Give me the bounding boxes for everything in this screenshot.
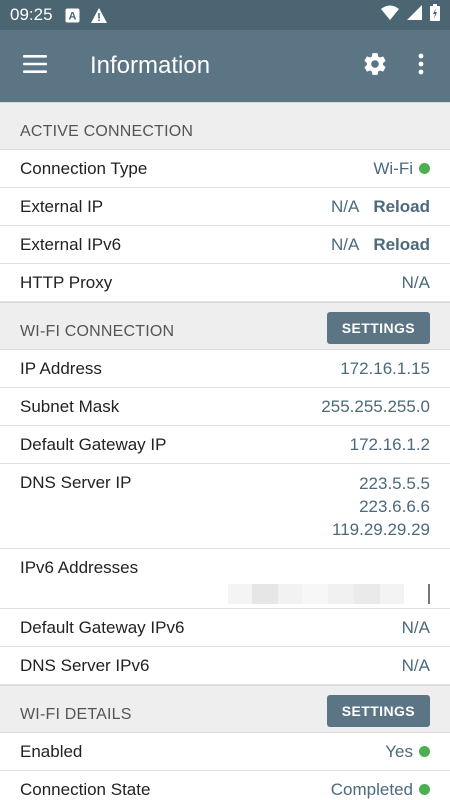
row-key: HTTP Proxy <box>20 272 113 292</box>
svg-text:A: A <box>69 10 77 22</box>
row-value: 172.16.1.15 <box>340 358 430 378</box>
row-external-ipv6[interactable]: External IPv6 N/A Reload <box>0 226 450 264</box>
status-bar: 09:25 A <box>0 0 450 30</box>
row-subnet-mask[interactable]: Subnet Mask 255.255.255.0 <box>0 388 450 426</box>
row-value: N/A <box>401 272 430 292</box>
row-value: 255.255.255.0 <box>321 396 430 416</box>
info-list: ACTIVE CONNECTION Connection Type Wi-Fi … <box>0 102 450 800</box>
row-connection-type[interactable]: Connection Type Wi-Fi <box>0 150 450 188</box>
row-default-gateway-ipv6[interactable]: Default Gateway IPv6 N/A <box>0 609 450 647</box>
row-ipv6-addresses[interactable]: IPv6 Addresses <box>0 549 450 609</box>
overflow-menu-button[interactable] <box>398 30 444 102</box>
row-key: IP Address <box>20 358 102 378</box>
row-value: Wi-Fi <box>373 158 413 178</box>
more-vertical-icon <box>418 53 424 80</box>
dns-server-value: 119.29.29.29 <box>332 520 430 539</box>
redacted-ipv6-value <box>220 583 430 605</box>
section-header-label: WI-FI CONNECTION <box>20 323 175 340</box>
row-key: Default Gateway IP <box>20 434 167 454</box>
hamburger-menu-icon <box>23 54 47 78</box>
cell-signal-icon <box>407 5 422 25</box>
section-active-connection: ACTIVE CONNECTION <box>0 102 450 150</box>
wifi-connection-settings-button[interactable]: SETTINGS <box>326 312 430 344</box>
menu-button[interactable] <box>0 30 70 102</box>
status-dot-icon <box>419 784 430 795</box>
row-key: Subnet Mask <box>20 396 120 416</box>
battery-icon <box>430 4 440 26</box>
dns-server-value: 223.5.5.5 <box>359 474 430 493</box>
row-key: DNS Server IP <box>20 473 132 492</box>
status-dot-icon <box>419 163 430 174</box>
settings-button[interactable] <box>352 30 398 102</box>
page-title: Information <box>90 52 211 79</box>
row-value: N/A <box>330 234 360 254</box>
row-key: IPv6 Addresses <box>20 558 139 577</box>
row-key: Default Gateway IPv6 <box>20 617 185 637</box>
row-connection-state[interactable]: Connection State Completed <box>0 771 450 800</box>
row-value: Yes <box>385 741 413 761</box>
row-value: N/A <box>330 196 360 216</box>
row-dns-server-ip[interactable]: DNS Server IP 223.5.5.5 223.6.6.6 119.29… <box>0 464 450 549</box>
row-value: Completed <box>330 779 413 799</box>
row-ip-address[interactable]: IP Address 172.16.1.15 <box>0 350 450 388</box>
wifi-signal-icon <box>381 5 399 25</box>
section-wifi-details: WI-FI DETAILS SETTINGS <box>0 685 450 733</box>
row-value: N/A <box>401 655 430 675</box>
row-enabled[interactable]: Enabled Yes <box>0 733 450 771</box>
row-external-ip[interactable]: External IP N/A Reload <box>0 188 450 226</box>
reload-external-ipv6-link[interactable]: Reload <box>373 235 430 255</box>
section-header-label: WI-FI DETAILS <box>20 706 132 723</box>
notification-a-icon: A <box>65 7 81 23</box>
row-value: 172.16.1.2 <box>349 434 430 454</box>
wifi-details-settings-button[interactable]: SETTINGS <box>326 695 430 727</box>
row-default-gateway-ip[interactable]: Default Gateway IP 172.16.1.2 <box>0 426 450 464</box>
gear-icon <box>362 51 388 82</box>
app-bar: Information <box>0 30 450 102</box>
row-key: Enabled <box>20 741 83 761</box>
warning-icon <box>90 7 107 23</box>
row-value: N/A <box>401 617 430 637</box>
row-key: External IP <box>20 196 104 216</box>
row-key: DNS Server IPv6 <box>20 655 150 675</box>
text-cursor <box>428 584 430 604</box>
row-dns-server-ipv6[interactable]: DNS Server IPv6 N/A <box>0 647 450 685</box>
status-dot-icon <box>419 746 430 757</box>
row-http-proxy[interactable]: HTTP Proxy N/A <box>0 264 450 302</box>
dns-server-value: 223.6.6.6 <box>359 497 430 516</box>
row-key: Connection State <box>20 779 151 799</box>
section-header-label: ACTIVE CONNECTION <box>20 123 194 140</box>
row-key: Connection Type <box>20 158 148 178</box>
section-wifi-connection: WI-FI CONNECTION SETTINGS <box>0 302 450 350</box>
reload-external-ip-link[interactable]: Reload <box>373 197 430 217</box>
row-key: External IPv6 <box>20 234 122 254</box>
status-time: 09:25 <box>10 5 53 24</box>
